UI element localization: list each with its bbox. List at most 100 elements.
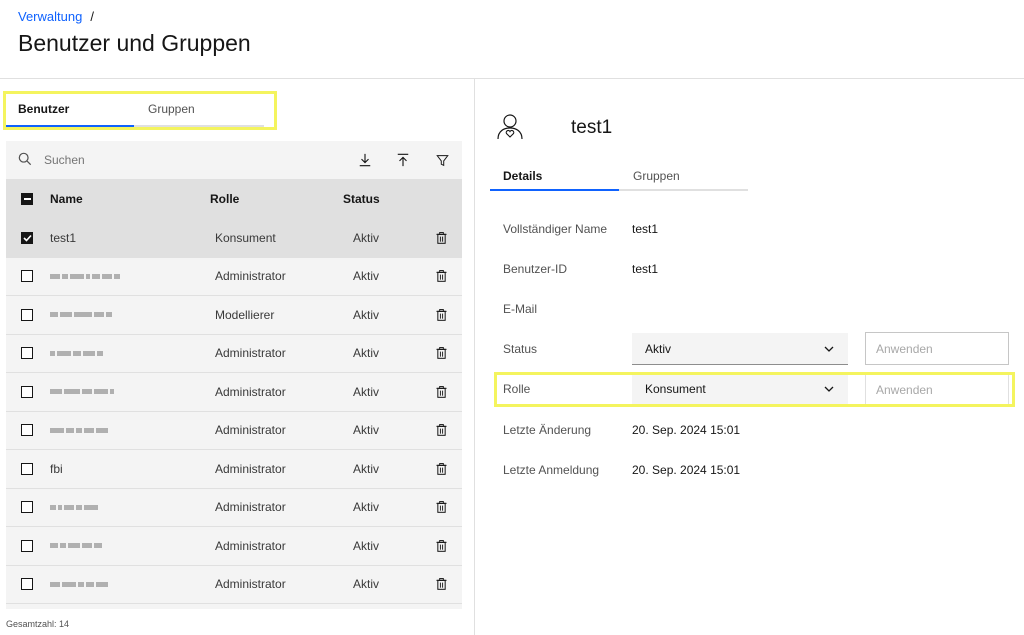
tab-details[interactable]: Details xyxy=(490,163,619,191)
column-header-role[interactable]: Rolle xyxy=(210,179,239,219)
delete-button[interactable] xyxy=(436,296,447,334)
redaction-block xyxy=(66,427,74,433)
user-role: Administrator xyxy=(215,500,286,515)
redacted-name xyxy=(50,373,114,411)
redaction-block xyxy=(106,312,112,318)
tab-gruppen-label: Gruppen xyxy=(148,102,195,116)
trash-icon xyxy=(436,539,447,552)
search-input[interactable] xyxy=(44,151,324,169)
download-button[interactable] xyxy=(354,149,376,171)
column-header-status[interactable]: Status xyxy=(343,179,380,219)
delete-button[interactable] xyxy=(436,335,447,373)
redaction-block xyxy=(96,427,108,433)
table-row[interactable]: Modellierer Aktiv xyxy=(6,296,462,335)
trash-icon xyxy=(436,308,447,321)
redaction-block xyxy=(60,543,66,549)
tab-gruppen[interactable]: Gruppen xyxy=(134,93,264,127)
redaction-block xyxy=(50,543,58,549)
table-row[interactable]: fbi Administrator Aktiv xyxy=(6,450,462,489)
tab-benutzer-label: Benutzer xyxy=(18,102,70,116)
redacted-name-blur xyxy=(50,389,114,395)
table-toolbar xyxy=(6,141,462,179)
table-row[interactable]: Administrator Aktiv xyxy=(6,258,462,296)
tab-benutzer[interactable]: Benutzer xyxy=(6,93,134,127)
user-role: Konsument xyxy=(215,230,276,245)
user-role: Administrator xyxy=(215,538,286,553)
delete-button[interactable] xyxy=(436,219,447,257)
indeterminate-mark xyxy=(23,198,31,200)
row-checkbox-cell xyxy=(21,258,33,296)
redacted-name-blur xyxy=(50,350,103,356)
redacted-name-blur xyxy=(50,543,102,549)
row-checkbox[interactable] xyxy=(21,424,33,437)
redacted-name-blur xyxy=(50,312,112,318)
delete-button[interactable] xyxy=(436,412,447,450)
header-divider xyxy=(0,78,1024,79)
user-role: Administrator xyxy=(215,577,286,592)
delete-button[interactable] xyxy=(436,489,447,527)
user-role: Administrator xyxy=(215,269,286,284)
row-checkbox[interactable] xyxy=(21,539,33,552)
delete-button[interactable] xyxy=(436,373,447,411)
role-select-value: Konsument xyxy=(645,381,706,396)
role-select[interactable]: Konsument xyxy=(632,373,848,405)
chevron-down-icon xyxy=(824,346,834,352)
row-checkbox[interactable] xyxy=(21,385,33,398)
table-row[interactable]: Administrator Aktiv xyxy=(6,373,462,412)
delete-button[interactable] xyxy=(436,566,447,604)
user-name: test1 xyxy=(50,230,77,245)
select-all-cell xyxy=(21,179,33,219)
table-row[interactable]: Administrator Aktiv xyxy=(6,566,462,604)
last-login-value: 20. Sep. 2024 15:01 xyxy=(632,463,741,477)
redaction-block xyxy=(60,312,72,318)
table-row[interactable]: Administrator Aktiv xyxy=(6,489,462,527)
trash-icon xyxy=(436,578,447,591)
row-checkbox-cell xyxy=(21,489,33,527)
breadcrumb-link-verwaltung[interactable]: Verwaltung xyxy=(18,9,82,24)
chevron-down-icon xyxy=(824,386,834,392)
redaction-block xyxy=(50,312,58,318)
row-checkbox[interactable] xyxy=(21,231,33,244)
row-checkbox[interactable] xyxy=(21,462,33,475)
trash-icon xyxy=(436,501,447,514)
status-apply-button[interactable]: Anwenden xyxy=(865,332,1009,365)
redacted-name xyxy=(50,527,102,565)
tab-detail-gruppen[interactable]: Gruppen xyxy=(619,163,748,191)
users-table: Name Rolle Status test1KonsumentAktivAdm… xyxy=(6,141,462,609)
redacted-name-blur xyxy=(50,273,120,279)
redaction-block xyxy=(94,312,104,318)
row-checkbox[interactable] xyxy=(21,501,33,514)
delete-button[interactable] xyxy=(436,450,447,488)
select-all-checkbox[interactable] xyxy=(21,193,33,205)
table-row[interactable]: Administrator Aktiv xyxy=(6,412,462,450)
filter-button[interactable] xyxy=(431,149,453,171)
trash-icon xyxy=(436,385,447,398)
user-id-label: Benutzer-ID xyxy=(503,262,568,276)
row-checkbox[interactable] xyxy=(21,270,33,283)
table-row[interactable]: Administrator Aktiv xyxy=(6,335,462,373)
redacted-name xyxy=(50,566,108,604)
redacted-name xyxy=(50,412,108,450)
status-select[interactable]: Aktiv xyxy=(632,333,848,365)
column-header-name[interactable]: Name xyxy=(50,179,83,219)
redaction-block xyxy=(64,389,80,395)
row-checkbox-cell xyxy=(21,450,33,488)
page-title: Benutzer und Gruppen xyxy=(18,30,251,56)
table-row[interactable]: Administrator Aktiv xyxy=(6,527,462,566)
row-checkbox[interactable] xyxy=(21,308,33,321)
total-count: Gesamtzahl: 14 xyxy=(6,619,70,629)
redaction-block xyxy=(92,273,100,279)
redaction-block xyxy=(82,543,92,549)
upload-button[interactable] xyxy=(392,149,414,171)
user-id-value: test1 xyxy=(632,262,659,276)
role-apply-button[interactable]: Anwenden xyxy=(865,374,1009,405)
breadcrumb-separator: / xyxy=(90,9,94,24)
redaction-block xyxy=(83,350,95,356)
delete-button[interactable] xyxy=(436,258,447,296)
row-checkbox[interactable] xyxy=(21,347,33,360)
delete-button[interactable] xyxy=(436,527,447,565)
table-row[interactable]: test1 Konsument Aktiv xyxy=(6,219,462,258)
status-select-value: Aktiv xyxy=(645,341,672,356)
row-checkbox[interactable] xyxy=(21,578,33,591)
redaction-block xyxy=(102,273,112,279)
